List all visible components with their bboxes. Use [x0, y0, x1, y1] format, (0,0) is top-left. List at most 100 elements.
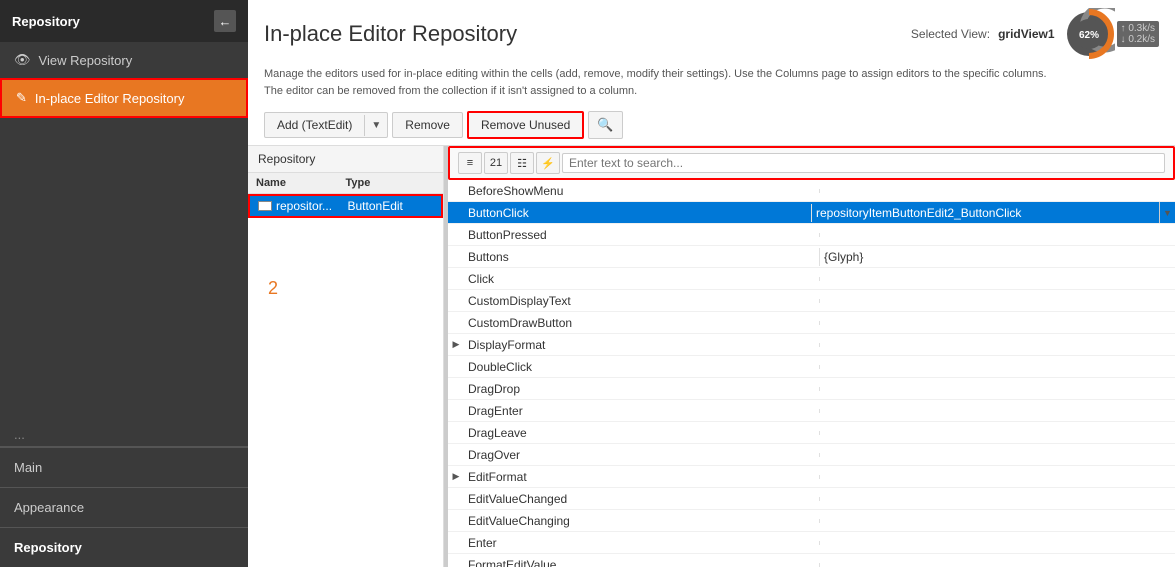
remove-button[interactable]: Remove [392, 112, 463, 138]
repo-row-name: repositor... [258, 199, 344, 213]
props-property-value [819, 189, 1175, 193]
props-property-value: {Glyph} [819, 248, 1175, 266]
props-tool-grid[interactable]: ☷ [510, 152, 534, 174]
svg-text:62%: 62% [1079, 30, 1099, 41]
props-row[interactable]: DoubleClick [448, 356, 1175, 378]
sidebar-item-label: In-place Editor Repository [35, 91, 185, 106]
repo-row-1[interactable]: repositor... ButtonEdit [248, 194, 443, 218]
main-content: In-place Editor Repository Selected View… [248, 0, 1175, 567]
props-property-name: CustomDisplayText [464, 292, 819, 310]
props-property-value [819, 519, 1175, 523]
repo-item-icon [258, 201, 272, 211]
sidebar-bottom-main[interactable]: Main [0, 447, 248, 487]
props-property-name: Enter [464, 534, 819, 552]
add-dropdown-arrow[interactable]: ▼ [364, 115, 387, 136]
speed-down: ↓ 0.2k/s [1121, 34, 1155, 45]
props-row[interactable]: DragDrop [448, 378, 1175, 400]
selected-view-value: gridView1 [998, 27, 1054, 41]
sidebar-title: Repository [12, 14, 80, 29]
sidebar-back-button[interactable]: ← [214, 10, 236, 32]
props-toolbar: ≡ 21 ☷ ⚡ [448, 146, 1175, 180]
ellipsis: ... [0, 423, 248, 446]
props-property-value [819, 277, 1175, 281]
repo-table-header: Name Type [248, 173, 443, 194]
description-line2: The editor can be removed from the colle… [264, 83, 1159, 100]
remove-unused-button[interactable]: Remove Unused [467, 111, 584, 139]
props-property-name: Click [464, 270, 819, 288]
selected-view-label: Selected View: [911, 27, 990, 41]
sidebar-bottom-repository[interactable]: Repository [0, 527, 248, 567]
props-row[interactable]: ButtonPressed [448, 224, 1175, 246]
sidebar-bottom: Main Appearance Repository [0, 446, 248, 567]
eye-icon: 👁 [14, 52, 31, 68]
search-button[interactable]: 🔍 [588, 111, 622, 139]
props-row[interactable]: CustomDrawButton [448, 312, 1175, 334]
props-row[interactable]: DragLeave [448, 422, 1175, 444]
repo-empty-area: 2 [248, 218, 443, 567]
props-row[interactable]: Enter [448, 532, 1175, 554]
props-search-input[interactable] [562, 153, 1165, 173]
props-property-value [819, 365, 1175, 369]
sidebar: Repository ← 👁 View Repository ✎ In-plac… [0, 0, 248, 567]
description-line1: Manage the editors used for in-place edi… [264, 66, 1159, 83]
repo-item-name: repositor... [276, 199, 332, 213]
top-bar-right: Selected View: gridView1 62% ↑ 0.3k/s ↓ … [911, 8, 1159, 60]
props-property-name: EditFormat [464, 468, 819, 486]
props-row[interactable]: ▶ EditFormat [448, 466, 1175, 488]
props-panel: ≡ 21 ☷ ⚡ BeforeShowMenu ButtonClickreposi… [448, 146, 1175, 567]
props-property-value [819, 431, 1175, 435]
toolbar: Add (TextEdit) ▼ Remove Remove Unused 🔍 [248, 105, 1175, 146]
sidebar-spacer [0, 118, 248, 423]
props-property-value [819, 321, 1175, 325]
props-property-name: BeforeShowMenu [464, 182, 819, 200]
sidebar-header: Repository ← [0, 0, 248, 42]
add-button[interactable]: Add (TextEdit) [265, 113, 364, 137]
props-property-name: CustomDrawButton [464, 314, 819, 332]
props-tool-sort[interactable]: ≡ [458, 152, 482, 174]
top-bar: In-place Editor Repository Selected View… [248, 0, 1175, 64]
props-row[interactable]: ButtonClickrepositoryItemButtonEdit2_But… [448, 202, 1175, 224]
description: Manage the editors used for in-place edi… [248, 64, 1175, 105]
speed-info: ↑ 0.3k/s ↓ 0.2k/s [1117, 21, 1159, 47]
sidebar-item-label: View Repository [39, 53, 133, 68]
expand-arrow[interactable]: ▶ [453, 339, 460, 350]
props-row[interactable]: ▶ DisplayFormat [448, 334, 1175, 356]
props-row[interactable]: FormatEditValue [448, 554, 1175, 567]
sidebar-bottom-appearance[interactable]: Appearance [0, 487, 248, 527]
sidebar-item-view-repo[interactable]: 👁 View Repository [0, 42, 248, 78]
props-row[interactable]: EditValueChanged [448, 488, 1175, 510]
expand-arrow[interactable]: ▶ [453, 471, 460, 482]
props-property-name: ButtonPressed [464, 226, 819, 244]
props-tool-lightning[interactable]: ⚡ [536, 152, 560, 174]
props-property-value [819, 497, 1175, 501]
props-property-value [819, 453, 1175, 457]
props-row[interactable]: DragEnter [448, 400, 1175, 422]
performance-circle: 62% [1063, 8, 1115, 60]
add-dropdown[interactable]: Add (TextEdit) ▼ [264, 112, 388, 138]
props-dropdown-btn[interactable]: ▼ [1159, 202, 1175, 223]
props-row[interactable]: EditValueChanging [448, 510, 1175, 532]
props-row[interactable]: Click [448, 268, 1175, 290]
props-row[interactable]: Buttons{Glyph} [448, 246, 1175, 268]
annotation-2: 2 [248, 218, 443, 309]
props-property-value: repositoryItemButtonEdit2_ButtonClick [811, 204, 1159, 222]
props-property-value [819, 409, 1175, 413]
props-property-value [819, 387, 1175, 391]
repo-item-type: ButtonEdit [348, 199, 434, 213]
repo-col-name: Name [256, 177, 346, 189]
props-property-name: ButtonClick [464, 204, 811, 222]
props-property-name: DisplayFormat [464, 336, 819, 354]
props-tool-az[interactable]: 21 [484, 152, 508, 174]
props-property-name: Buttons [464, 248, 819, 266]
props-property-value [819, 233, 1175, 237]
props-property-value [819, 343, 1175, 347]
props-property-name: DoubleClick [464, 358, 819, 376]
props-row[interactable]: BeforeShowMenu [448, 180, 1175, 202]
props-property-name: EditValueChanging [464, 512, 819, 530]
props-row[interactable]: DragOver [448, 444, 1175, 466]
page-title: In-place Editor Repository [264, 21, 517, 47]
props-property-value [819, 563, 1175, 567]
props-row[interactable]: CustomDisplayText [448, 290, 1175, 312]
content-area: Repository Name Type repositor... Button… [248, 146, 1175, 567]
sidebar-item-inplace-editor[interactable]: ✎ In-place Editor Repository [0, 78, 248, 118]
